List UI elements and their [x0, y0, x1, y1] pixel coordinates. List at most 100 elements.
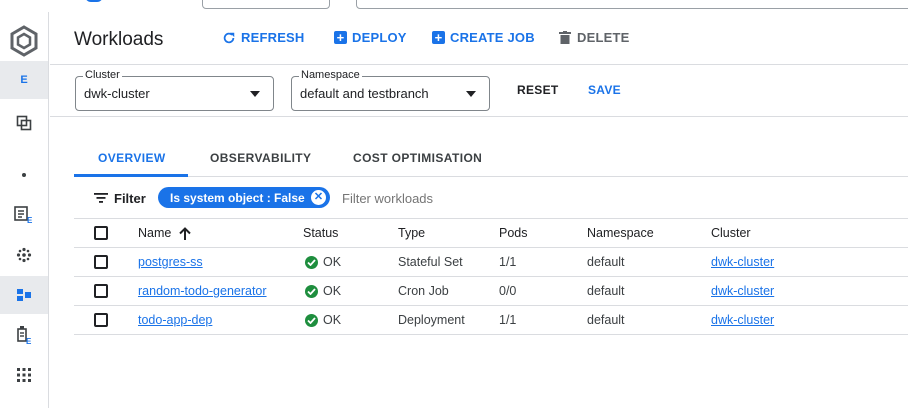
- page-header: Workloads REFRESH + DEPLOY + CREATE JOB …: [50, 12, 908, 65]
- workload-list-icon[interactable]: E: [0, 196, 48, 234]
- cluster-select-label: Cluster: [83, 69, 122, 81]
- trash-icon: [558, 30, 572, 45]
- table-row: postgres-ss OK Stateful Set 1/1 default …: [74, 248, 908, 277]
- status-cell: OK: [305, 306, 341, 334]
- workload-name-cell: postgres-ss: [138, 248, 203, 276]
- namespace-cell: default: [587, 313, 625, 327]
- delete-label: DELETE: [577, 30, 630, 45]
- kubernetes-engine-logo-icon[interactable]: [0, 22, 48, 60]
- check-circle-icon: [305, 284, 318, 298]
- cluster-select-value: dwk-cluster: [84, 86, 150, 101]
- row-checkbox[interactable]: [94, 284, 108, 298]
- refresh-button[interactable]: REFRESH: [222, 30, 305, 45]
- row-checkbox-cell: [94, 277, 108, 305]
- network-dots-icon[interactable]: [0, 236, 48, 274]
- namespace-select-value: default and testbranch: [300, 86, 429, 101]
- select-all-checkbox-cell: [94, 219, 108, 247]
- filter-button[interactable]: Filter: [94, 191, 146, 206]
- type-cell: Stateful Set: [398, 255, 463, 269]
- active-tab-indicator: [74, 174, 188, 177]
- chevron-down-icon: [466, 91, 476, 97]
- column-header-status[interactable]: Status: [303, 219, 338, 247]
- reset-button[interactable]: RESET: [517, 83, 559, 97]
- workloads-icon[interactable]: [0, 276, 48, 314]
- status-cell: OK: [305, 248, 341, 276]
- tab-bar: OVERVIEW OBSERVABILITY COST OPTIMISATION: [74, 140, 908, 177]
- dot-icon[interactable]: [0, 156, 48, 194]
- filter-chip[interactable]: Is system object : False ✕: [158, 187, 330, 208]
- status-label: OK: [323, 284, 342, 298]
- namespace-select-label: Namespace: [299, 69, 362, 81]
- workload-name-link[interactable]: random-todo-generator: [138, 284, 267, 298]
- row-checkbox[interactable]: [94, 313, 108, 327]
- cluster-cell: dwk-cluster: [711, 248, 774, 276]
- add-box-icon: +: [334, 31, 347, 44]
- create-job-label: CREATE JOB: [450, 30, 535, 45]
- column-header-namespace[interactable]: Namespace: [587, 219, 654, 247]
- type-cell: Cron Job: [398, 284, 449, 298]
- tab-cost-optimisation[interactable]: COST OPTIMISATION: [353, 151, 482, 165]
- tab-observability[interactable]: OBSERVABILITY: [210, 151, 311, 165]
- filter-label: Filter: [114, 191, 146, 206]
- workload-name-link[interactable]: todo-app-dep: [138, 313, 212, 327]
- column-header-type[interactable]: Type: [398, 219, 425, 247]
- status-label: OK: [323, 313, 342, 327]
- svg-text:E: E: [26, 337, 32, 345]
- refresh-icon: [222, 31, 236, 45]
- column-header-pods[interactable]: Pods: [499, 219, 528, 247]
- select-all-checkbox[interactable]: [94, 226, 108, 240]
- filter-list-icon: [94, 191, 108, 206]
- cluster-select[interactable]: Cluster dwk-cluster: [75, 69, 274, 111]
- check-circle-icon: [305, 313, 318, 327]
- tab-overview[interactable]: OVERVIEW: [98, 151, 166, 165]
- workload-name-cell: todo-app-dep: [138, 306, 212, 334]
- namespace-select[interactable]: Namespace default and testbranch: [291, 69, 490, 111]
- chevron-down-icon: [250, 91, 260, 97]
- cluster-link[interactable]: dwk-cluster: [711, 313, 774, 327]
- svg-text:E: E: [27, 216, 33, 224]
- namespace-cell: default: [587, 284, 625, 298]
- clusters-icon[interactable]: [0, 104, 48, 142]
- check-circle-icon: [305, 255, 318, 269]
- logo-fragment: [85, 0, 103, 2]
- apps-grid-icon[interactable]: [0, 356, 48, 394]
- row-checkbox-cell: [94, 306, 108, 334]
- rail-item-e-label: E: [20, 74, 28, 86]
- status-cell: OK: [305, 277, 341, 305]
- table-row: random-todo-generator OK Cron Job 0/0 de…: [74, 277, 908, 306]
- filter-bar: Filter Is system object : False ✕: [74, 181, 908, 217]
- table-row: todo-app-dep OK Deployment 1/1 default d…: [74, 306, 908, 335]
- pods-cell: 1/1: [499, 255, 517, 269]
- filter-chip-label: Is system object : False: [170, 190, 305, 205]
- column-header-name-label: Name: [138, 226, 172, 240]
- cluster-link[interactable]: dwk-cluster: [711, 255, 774, 269]
- workload-name-link[interactable]: postgres-ss: [138, 255, 203, 269]
- row-checkbox[interactable]: [94, 255, 108, 269]
- save-button[interactable]: SAVE: [588, 83, 621, 97]
- divider: [50, 116, 908, 117]
- cluster-link[interactable]: dwk-cluster: [711, 284, 774, 298]
- create-job-button[interactable]: + CREATE JOB: [432, 30, 535, 45]
- row-checkbox-cell: [94, 248, 108, 276]
- pods-cell: 1/1: [499, 313, 517, 327]
- column-header-cluster[interactable]: Cluster: [711, 219, 751, 247]
- column-header-name[interactable]: Name: [138, 219, 192, 247]
- workload-name-cell: random-todo-generator: [138, 277, 267, 305]
- table-header-row: Name Status Type Pods Namespace Cluster: [74, 218, 908, 248]
- close-icon[interactable]: ✕: [311, 190, 326, 205]
- add-box-icon: +: [432, 31, 445, 44]
- applications-icon[interactable]: E: [0, 316, 48, 354]
- filter-workloads-input[interactable]: [342, 191, 642, 206]
- delete-button[interactable]: DELETE: [558, 30, 629, 45]
- project-selector[interactable]: [202, 0, 330, 9]
- refresh-label: REFRESH: [241, 30, 305, 45]
- rail-item-e[interactable]: E: [0, 61, 48, 99]
- page-title: Workloads: [74, 29, 164, 50]
- arrow-up-icon: [179, 226, 192, 240]
- status-label: OK: [323, 255, 342, 269]
- deploy-button[interactable]: + DEPLOY: [334, 30, 407, 45]
- type-cell: Deployment: [398, 313, 465, 327]
- left-nav-rail: E E E: [0, 12, 49, 408]
- global-search-bar[interactable]: [356, 0, 908, 9]
- pods-cell: 0/0: [499, 284, 517, 298]
